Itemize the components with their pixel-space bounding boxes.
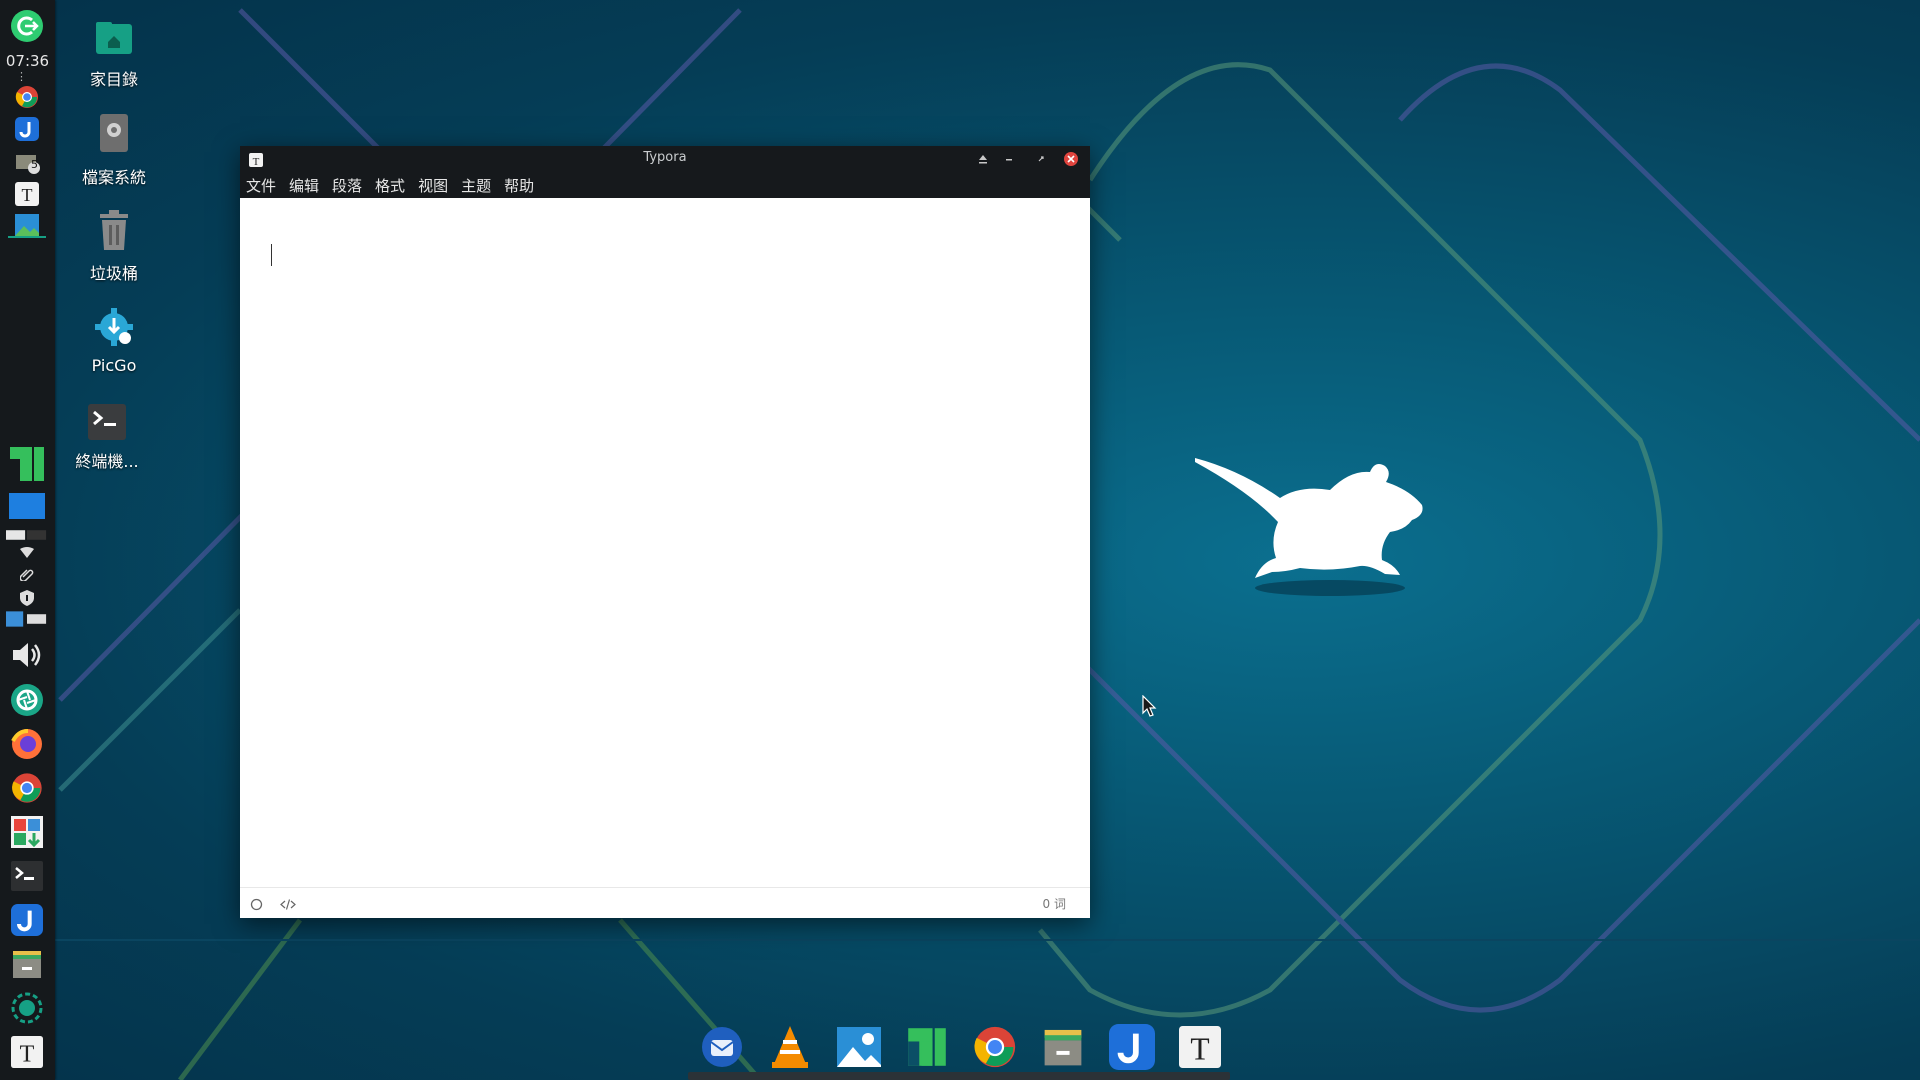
dock-typora[interactable]: T [1176,1023,1224,1071]
desktop-icon-label: 終端機... [75,452,139,471]
taskbar-typora-icon[interactable]: T [6,180,48,208]
taskbar-chrome-icon[interactable] [6,84,48,110]
software-store-icon[interactable] [6,814,48,850]
terminal-icon [88,404,126,440]
svg-text:T: T [20,1041,35,1067]
dock-thunderbird[interactable] [698,1023,746,1071]
menu-view[interactable]: 视图 [418,175,448,196]
firefox-icon[interactable] [6,726,48,762]
vlc-icon [772,1026,809,1068]
workspace-switcher[interactable] [6,528,48,542]
menu-theme[interactable]: 主题 [461,175,491,196]
restore-icon [1038,156,1044,162]
dock-vlc[interactable] [766,1023,814,1071]
close-icon [1064,152,1078,166]
source-code-mode-button[interactable] [280,896,296,915]
desktop-icon-picgo[interactable]: PicGo [59,306,169,375]
left-panel: 07:36 ⋮ 5 T T [0,0,55,1080]
desktop-icon-label: 垃圾桶 [89,264,138,283]
maximize-button[interactable] [1032,150,1050,168]
eject-icon [979,155,987,164]
dock-file-manager[interactable] [1039,1023,1087,1071]
svg-text:T: T [22,185,33,205]
dock-image-viewer[interactable] [835,1023,883,1071]
filesystem-icon [100,114,128,152]
window-title: Typora [643,150,687,165]
menu-help[interactable]: 帮助 [504,175,534,196]
menu-edit[interactable]: 编辑 [289,175,319,196]
dock-manjaro[interactable] [903,1023,951,1071]
circle-icon [250,898,263,911]
manjaro-icon [908,1028,946,1066]
text-caret [271,244,272,266]
menu-format[interactable]: 格式 [375,175,405,196]
joplin-icon [1108,1024,1155,1070]
minimize-button[interactable] [1000,150,1018,168]
desktop-icon-filesystem[interactable]: 檔案系統 [59,112,169,188]
image-viewer-icon [836,1027,881,1067]
clock[interactable]: 07:36 [0,52,55,70]
typora-window: T Typora 文件 编辑 段落 格式 视图 主题 帮助 0 词 [240,146,1090,918]
chrome-icon [974,1026,1016,1068]
file-manager-launcher-icon[interactable] [6,946,48,982]
dock: T [690,1014,1232,1080]
taskbar-files-icon[interactable]: 5 [6,148,48,176]
editor-area[interactable] [240,198,1090,888]
joplin-launcher-icon[interactable] [6,902,48,938]
badge-count: 5 [31,158,38,171]
chrome-icon[interactable] [6,770,48,806]
desktop-icon-trash[interactable]: 垃圾桶 [59,208,169,284]
desktop-icon-label: 家目錄 [89,70,138,89]
logout-icon[interactable] [6,8,48,44]
title-bar[interactable]: T Typora [240,146,1090,172]
mouse-pointer-icon [1142,694,1158,723]
menu-bar: 文件 编辑 段落 格式 视图 主题 帮助 [240,172,1090,198]
desktop-icon-home[interactable]: 家目錄 [59,18,169,90]
security-icon[interactable] [6,590,48,606]
manjaro-hello-icon[interactable] [6,990,48,1026]
screenshot-icon[interactable] [6,682,48,718]
dock-chrome[interactable] [971,1023,1019,1071]
manjaro-settings-icon[interactable] [6,444,48,484]
picgo-icon [95,308,133,346]
file-manager-icon [1045,1029,1082,1066]
separator-dots: ⋮ [16,70,28,83]
dock-joplin[interactable] [1108,1023,1156,1071]
terminal-launcher-icon[interactable] [6,858,48,894]
menu-paragraph[interactable]: 段落 [332,175,362,196]
desktop-icon-terminal[interactable]: 終端機... [52,404,162,472]
taskbar-image-viewer-icon[interactable] [6,212,48,238]
desktop-icon-label: PicGo [91,356,137,375]
svg-text:T: T [1190,1031,1209,1066]
thunderbird-icon [702,1027,742,1067]
typora-launcher-icon[interactable]: T [6,1034,48,1070]
clip-icon[interactable] [6,566,48,582]
shade-button[interactable] [974,150,992,168]
home-folder-icon [96,22,132,54]
typora-icon: T [1178,1026,1221,1068]
volume-icon[interactable] [6,638,48,672]
word-count[interactable]: 0 词 [1043,895,1066,912]
code-icon [280,899,296,910]
taskbar-joplin-icon[interactable] [6,116,48,142]
wifi-icon[interactable] [6,546,48,560]
active-indicator [8,236,46,238]
keyboard-icon[interactable] [6,610,48,628]
desktop-switcher-icon[interactable] [6,490,48,526]
close-button[interactable] [1062,150,1080,168]
desktop-icon-label: 檔案系統 [81,168,146,187]
menu-file[interactable]: 文件 [246,175,276,196]
trash-icon [100,210,128,250]
minimize-icon [1006,159,1012,161]
outline-toggle-button[interactable] [250,896,263,915]
status-bar: 0 词 [240,887,1090,918]
